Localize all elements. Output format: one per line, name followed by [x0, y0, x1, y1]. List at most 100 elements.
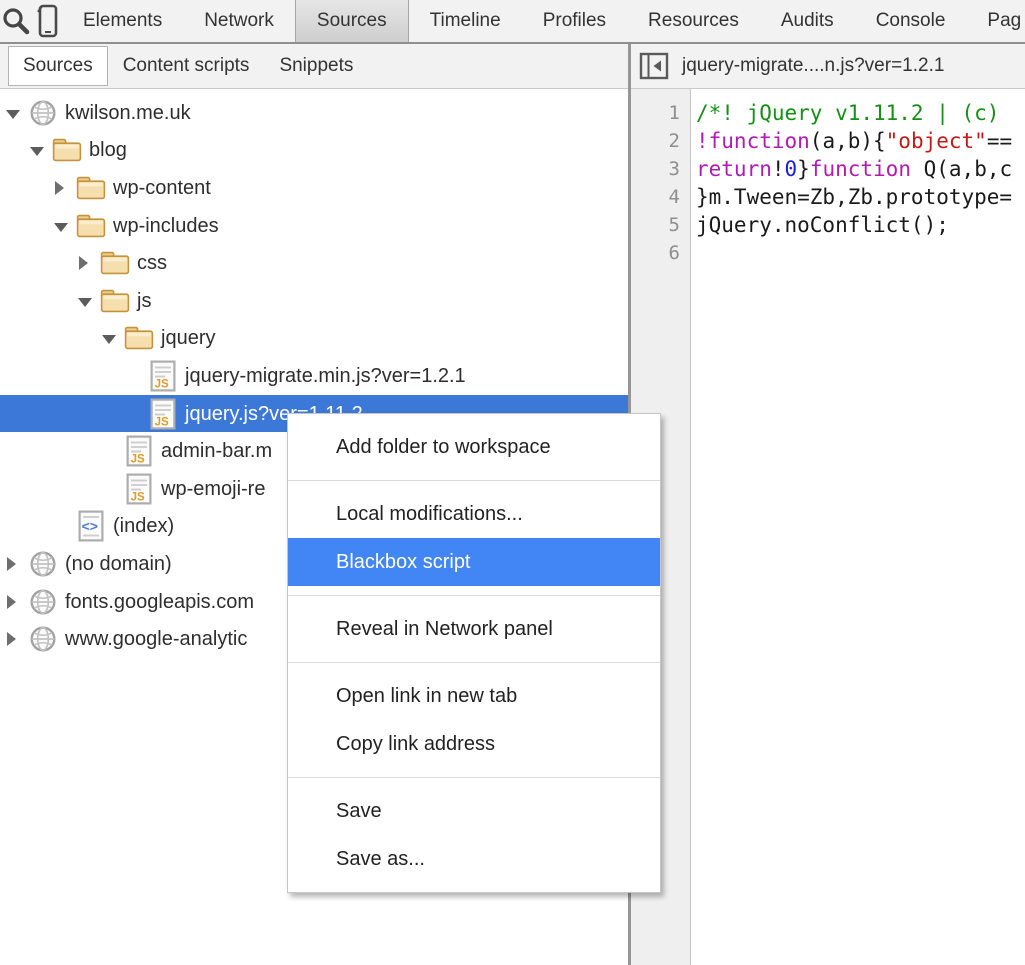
tree-item-js[interactable]: js [0, 282, 628, 320]
code-token-plain: Q(a,b,c [911, 157, 1012, 181]
line-number[interactable]: 1 [631, 99, 690, 127]
code-token-plain: }m.Tween=Zb,Zb.prototype= [696, 185, 1012, 209]
panel-tab-strip: ElementsNetworkSourcesTimelineProfilesRe… [62, 0, 1025, 42]
svg-text:JS: JS [155, 378, 169, 390]
device-toolbar-icon[interactable] [32, 0, 62, 42]
search-icon[interactable] [0, 0, 32, 42]
menu-item-save[interactable]: Save [288, 787, 660, 835]
tree-item-css[interactable]: css [0, 244, 628, 282]
tab-pag[interactable]: Pag [966, 0, 1025, 42]
disclosure-triangle [55, 181, 64, 195]
tab-profiles[interactable]: Profiles [522, 0, 627, 42]
globe-icon [28, 96, 58, 130]
tree-indent-spacer [100, 477, 124, 501]
chevron-down-icon[interactable] [52, 214, 76, 238]
navigator-tab-strip: SourcesContent scriptsSnippets [0, 44, 628, 88]
menu-item-add-folder-to-workspace[interactable]: Add folder to workspace [288, 423, 660, 471]
code-token-keyword: function [810, 157, 911, 181]
context-menu: Add folder to workspace Local modificatio… [287, 413, 661, 893]
editor-header: jquery-migrate....n.js?ver=1.2.1 [631, 44, 1025, 89]
js-file-icon: JS [148, 397, 178, 431]
chevron-down-icon[interactable] [100, 326, 124, 350]
line-number[interactable]: 6 [631, 239, 690, 267]
tab-console[interactable]: Console [855, 0, 967, 42]
tab-sources[interactable]: Sources [295, 0, 409, 42]
chevron-down-icon[interactable] [28, 138, 52, 162]
svg-text:JS: JS [131, 491, 145, 503]
tree-item-label: jquery [161, 326, 215, 350]
menu-item-local-modifications[interactable]: Local modifications... [288, 490, 660, 538]
tree-item-label: wp-emoji-re [161, 477, 265, 501]
folder-icon [76, 171, 106, 205]
chevron-right-icon[interactable] [4, 552, 28, 576]
js-file-icon: JS [148, 359, 178, 393]
menu-item-blackbox-script[interactable]: Blackbox script [288, 538, 660, 586]
tab-network[interactable]: Network [183, 0, 295, 42]
globe-icon [28, 547, 58, 581]
device-icon-glyph [32, 3, 62, 39]
chevron-right-icon[interactable] [76, 251, 100, 275]
svg-text:JS: JS [155, 416, 169, 428]
js-file-icon: JS [124, 472, 154, 506]
menu-item-open-link-in-new-tab[interactable]: Open link in new tab [288, 672, 660, 720]
line-number[interactable]: 3 [631, 155, 690, 183]
tree-indent-spacer [124, 364, 148, 388]
line-number[interactable]: 5 [631, 211, 690, 239]
chevron-down-icon[interactable] [4, 101, 28, 125]
folder-icon [100, 246, 130, 280]
chevron-right-icon[interactable] [52, 176, 76, 200]
disclosure-triangle [78, 298, 92, 307]
disclosure-triangle [7, 557, 16, 571]
tab-elements[interactable]: Elements [62, 0, 183, 42]
tree-item-label: www.google-analytic [65, 627, 247, 651]
navigator-tab-snippets[interactable]: Snippets [264, 44, 368, 88]
tree-item-wp-content[interactable]: wp-content [0, 169, 628, 207]
code-token-plain: == [987, 129, 1012, 153]
tree-item-label: blog [89, 138, 127, 162]
menu-group: Add folder to workspace [288, 414, 660, 481]
folder-icon [52, 133, 82, 167]
tree-item-label: fonts.googleapis.com [65, 590, 254, 614]
editor-file-tab[interactable]: jquery-migrate....n.js?ver=1.2.1 [682, 55, 944, 77]
tree-item-blog[interactable]: blog [0, 132, 628, 170]
code-token-string: "object" [886, 129, 987, 153]
code-line-4: }m.Tween=Zb,Zb.prototype= [696, 183, 1025, 211]
tree-item-jquery[interactable]: jquery [0, 320, 628, 358]
tab-timeline[interactable]: Timeline [409, 0, 522, 42]
menu-item-save-as[interactable]: Save as... [288, 835, 660, 883]
tree-item-label: (index) [113, 514, 174, 538]
disclosure-triangle [6, 110, 20, 119]
tree-item-jquery-migrate-min-js-ver-1-2-1[interactable]: JS jquery-migrate.min.js?ver=1.2.1 [0, 357, 628, 395]
devtools-top-toolbar: ElementsNetworkSourcesTimelineProfilesRe… [0, 0, 1025, 44]
tree-indent-spacer [124, 402, 148, 426]
line-number[interactable]: 4 [631, 183, 690, 211]
search-icon-glyph [0, 5, 32, 37]
tree-item-kwilson-me-uk[interactable]: kwilson.me.uk [0, 94, 628, 132]
tree-item-label: jquery-migrate.min.js?ver=1.2.1 [185, 364, 466, 388]
tree-item-label: admin-bar.m [161, 439, 272, 463]
navigator-tab-content-scripts[interactable]: Content scripts [108, 44, 265, 88]
menu-group: SaveSave as... [288, 778, 660, 892]
menu-item-copy-link-address[interactable]: Copy link address [288, 720, 660, 768]
menu-item-reveal-in-network-panel[interactable]: Reveal in Network panel [288, 605, 660, 653]
svg-text:<>: <> [82, 518, 98, 534]
line-number[interactable]: 2 [631, 127, 690, 155]
code-line-5: jQuery.noConflict(); [696, 211, 1025, 239]
code-token-plain: (a,b){ [810, 129, 886, 153]
navigator-tab-sources[interactable]: Sources [8, 46, 108, 86]
chevron-down-icon[interactable] [76, 289, 100, 313]
code-token-comment: /*! jQuery v1.11.2 | (c) [696, 101, 1012, 125]
disclosure-triangle [7, 632, 16, 646]
hide-navigator-icon[interactable] [639, 52, 669, 80]
tree-item-label: wp-content [113, 176, 211, 200]
chevron-right-icon[interactable] [4, 627, 28, 651]
js-file-icon: JS [124, 434, 154, 468]
tab-resources[interactable]: Resources [627, 0, 760, 42]
disclosure-triangle [79, 256, 88, 270]
tab-audits[interactable]: Audits [760, 0, 855, 42]
disclosure-triangle [54, 223, 68, 232]
chevron-right-icon[interactable] [4, 590, 28, 614]
tree-item-wp-includes[interactable]: wp-includes [0, 207, 628, 245]
tree-item-label: (no domain) [65, 552, 172, 576]
tree-item-label: css [137, 251, 167, 275]
